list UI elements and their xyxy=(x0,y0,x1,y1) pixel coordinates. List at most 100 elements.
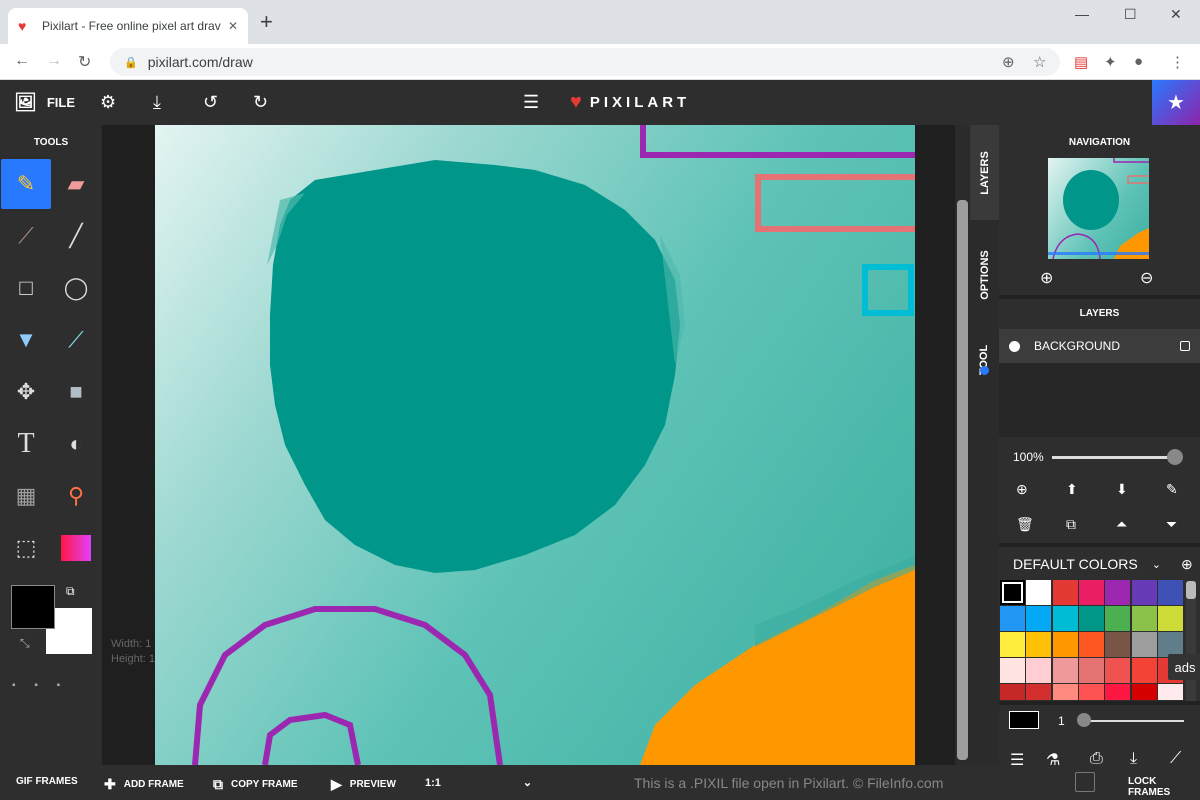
palette-color-swatch[interactable] xyxy=(1105,580,1131,605)
extension-doc-icon[interactable]: ▤ xyxy=(1074,53,1088,71)
brush-color-swatch[interactable] xyxy=(1009,711,1039,729)
palette-color-swatch[interactable] xyxy=(1157,684,1183,700)
reload-icon[interactable]: ↻ xyxy=(78,52,91,72)
delete-layer-icon[interactable]: 🗑 xyxy=(1016,516,1034,533)
palette-color-swatch[interactable] xyxy=(1078,632,1104,657)
palette-color-swatch[interactable] xyxy=(1052,684,1078,700)
preview-button[interactable]: ▶ PREVIEW xyxy=(331,776,396,793)
new-tab-button[interactable]: + xyxy=(260,11,273,33)
palette-color-swatch[interactable] xyxy=(1052,580,1078,605)
edit-layer-icon[interactable]: ✎ xyxy=(1166,481,1178,498)
tab-options[interactable]: OPTIONS xyxy=(970,220,999,330)
close-tab-icon[interactable]: ✕ xyxy=(228,19,238,33)
settings-gears-icon[interactable]: ⚙ xyxy=(100,92,116,113)
zoom-out-icon[interactable]: ⊖ xyxy=(1140,268,1153,288)
file-button[interactable]: 🖼 FILE xyxy=(14,92,75,113)
palette-color-swatch[interactable] xyxy=(1078,606,1104,631)
pattern-tool[interactable]: ▦ xyxy=(1,471,51,521)
palette-color-swatch[interactable] xyxy=(1000,684,1025,700)
stamp-tool[interactable]: ⚲ xyxy=(51,471,101,521)
add-frame-button[interactable]: ✚ ADD FRAME xyxy=(104,776,184,793)
circle-tool[interactable]: ◯ xyxy=(51,263,101,313)
duplicate-layer-icon[interactable]: ⧉ xyxy=(1066,516,1076,533)
gif-frames-button[interactable]: GIF FRAMES xyxy=(16,776,78,787)
eraser-tool[interactable]: ▰ xyxy=(51,159,101,209)
palette-color-swatch[interactable] xyxy=(1078,658,1104,683)
back-icon[interactable]: ← xyxy=(14,52,30,70)
palette-color-swatch[interactable] xyxy=(1131,580,1157,605)
palette-color-swatch[interactable] xyxy=(1000,632,1025,657)
brush-tool[interactable]: ⟋ xyxy=(1,211,51,261)
add-color-icon[interactable]: ⊕ xyxy=(1181,556,1193,573)
palette-scrollbar[interactable] xyxy=(1186,581,1196,701)
opacity-slider-thumb[interactable] xyxy=(1167,449,1183,465)
reset-colors-icon[interactable]: ⤡ xyxy=(20,636,30,651)
undo-icon[interactable]: ↺ xyxy=(203,92,218,113)
rectangle-tool[interactable]: □ xyxy=(1,263,51,313)
brush-size-slider-thumb[interactable] xyxy=(1077,713,1091,727)
window-close-icon[interactable]: ✕ xyxy=(1170,6,1182,23)
palette-color-swatch[interactable] xyxy=(1026,632,1052,657)
palette-color-swatch[interactable] xyxy=(1026,580,1052,605)
profile-icon[interactable]: ● xyxy=(1134,53,1143,70)
gradient-tool[interactable] xyxy=(51,523,101,573)
canvas-scrollbar[interactable] xyxy=(955,125,970,765)
ratio-select[interactable]: 1:1 ⌄ xyxy=(425,776,532,790)
layer-visibility-icon[interactable] xyxy=(1009,340,1020,352)
eyedropper-tool[interactable]: ⟋ xyxy=(51,315,101,365)
select-tool[interactable]: ■ xyxy=(51,367,101,417)
primary-color-swatch[interactable] xyxy=(11,585,55,629)
palette-color-swatch[interactable] xyxy=(1026,606,1052,631)
palette-color-swatch[interactable] xyxy=(1078,684,1104,700)
more-tools-dots-icon[interactable]: ▪ ▪ ▪ xyxy=(12,680,68,691)
hamburger-menu-icon[interactable]: ☰ xyxy=(523,92,539,113)
line-tool[interactable]: ╱ xyxy=(51,211,101,261)
drawing-canvas[interactable] xyxy=(155,125,915,765)
extensions-puzzle-icon[interactable]: ✦ xyxy=(1104,53,1117,71)
maximize-icon[interactable]: ☐ xyxy=(1124,6,1137,23)
palette-scrollbar-thumb[interactable] xyxy=(1186,581,1196,599)
copy-frame-button[interactable]: ⧉ COPY FRAME xyxy=(213,776,298,793)
palette-color-swatch[interactable] xyxy=(1105,658,1131,683)
brush-size-slider[interactable] xyxy=(1084,720,1184,722)
lock-frames-checkbox[interactable] xyxy=(1075,772,1095,792)
text-tool[interactable]: T xyxy=(1,419,51,469)
swap-colors-icon[interactable]: ⧉ xyxy=(66,584,75,599)
crop-tool[interactable]: ⬚ xyxy=(1,523,51,573)
redo-icon[interactable]: ↻ xyxy=(253,92,268,113)
palette-color-swatch[interactable] xyxy=(1026,658,1052,683)
palette-color-swatch[interactable] xyxy=(1131,658,1157,683)
palette-color-swatch[interactable] xyxy=(1052,632,1078,657)
palette-color-swatch[interactable] xyxy=(1105,684,1131,700)
palette-color-swatch[interactable] xyxy=(1000,606,1025,631)
forward-icon[interactable]: → xyxy=(46,52,62,70)
palette-color-swatch[interactable] xyxy=(1000,580,1025,605)
navigation-preview[interactable] xyxy=(1048,158,1149,259)
ads-label[interactable]: ads xyxy=(1168,654,1200,680)
layer-row[interactable]: BACKGROUND xyxy=(999,329,1200,363)
palette-color-swatch[interactable] xyxy=(1026,684,1052,700)
palette-color-swatch[interactable] xyxy=(1131,632,1157,657)
url-field[interactable]: 🔒 pixilart.com/draw xyxy=(110,48,1060,76)
add-layer-icon[interactable]: ⊕ xyxy=(1016,481,1028,498)
merge-down-icon[interactable]: ⏷ xyxy=(1166,516,1177,533)
palette-color-swatch[interactable] xyxy=(1052,606,1078,631)
browser-tab[interactable]: ♥ Pixilart - Free online pixel art drav … xyxy=(8,8,248,44)
palette-color-swatch[interactable] xyxy=(1105,632,1131,657)
tab-layers[interactable]: LAYERS xyxy=(970,125,999,220)
bookmark-star-icon[interactable]: ☆ xyxy=(1033,53,1046,71)
opacity-slider[interactable] xyxy=(1052,456,1174,459)
merge-up-icon[interactable]: ⏶ xyxy=(1116,516,1127,533)
chevron-down-icon[interactable]: ⌄ xyxy=(1152,558,1161,571)
tab-tool[interactable]: TOOL xyxy=(970,320,999,400)
scrollbar-thumb[interactable] xyxy=(957,200,968,760)
pencil-tool[interactable]: ✎ xyxy=(1,159,51,209)
move-layer-up-icon[interactable]: ⬆ xyxy=(1066,481,1078,498)
palette-color-swatch[interactable] xyxy=(1157,580,1183,605)
colors-header[interactable]: DEFAULT COLORS ⌄ ⊕ xyxy=(999,550,1200,578)
palette-color-swatch[interactable] xyxy=(1078,580,1104,605)
palette-color-swatch[interactable] xyxy=(1157,606,1183,631)
dither-tool[interactable]: ◐ xyxy=(51,419,101,469)
palette-color-swatch[interactable] xyxy=(1131,606,1157,631)
minimize-icon[interactable]: — xyxy=(1075,6,1089,22)
